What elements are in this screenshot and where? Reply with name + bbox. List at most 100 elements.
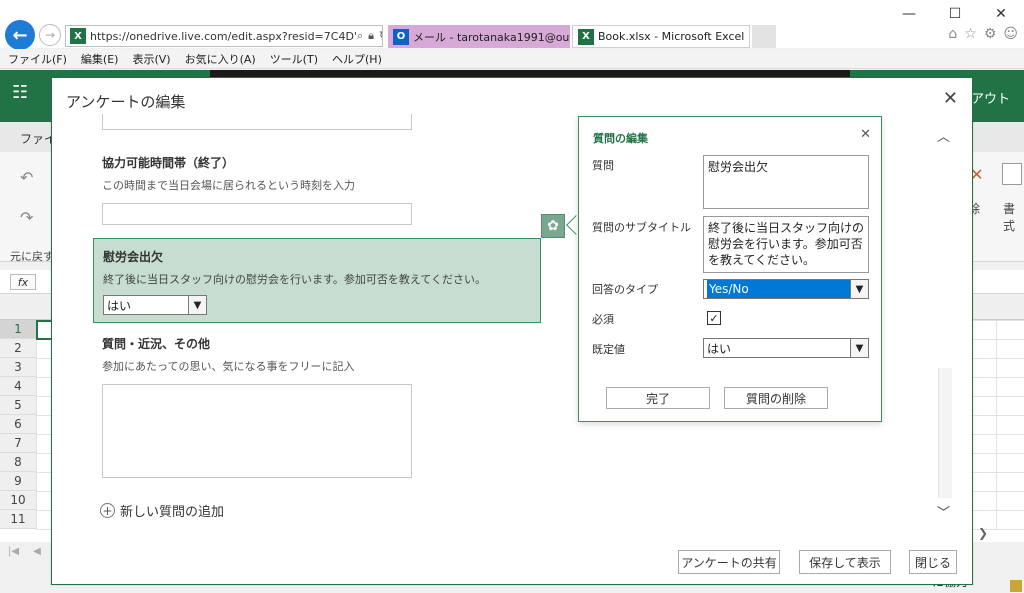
answer-type-select[interactable]: Yes/No ▼ bbox=[703, 279, 869, 299]
back-arrow-icon[interactable]: ← bbox=[5, 20, 35, 50]
excel-icon: X bbox=[578, 28, 594, 45]
maximize-icon[interactable]: ☐ bbox=[932, 0, 978, 28]
subtitle-label: 質問のサブタイトル bbox=[592, 221, 691, 234]
home-icon[interactable]: ⌂ bbox=[948, 26, 957, 42]
answer-textarea[interactable] bbox=[102, 384, 412, 478]
required-checkbox[interactable]: ✓ bbox=[707, 311, 721, 325]
browser-menubar: ファイル(F) 編集(E) 表示(V) お気に入り(A) ツール(T) ヘルプ(… bbox=[0, 49, 1024, 69]
scroll-right-icon[interactable]: ❯ bbox=[978, 526, 988, 540]
address-url: https://onedrive.live.com/edit.aspx?resi… bbox=[90, 29, 357, 43]
smile-icon[interactable]: ☺ bbox=[1003, 26, 1018, 42]
tab-mail-label: メール - tarotanaka1991@outloo... bbox=[413, 30, 570, 44]
tab-mail[interactable]: O メール - tarotanaka1991@outloo... bbox=[388, 25, 570, 48]
answer-select[interactable]: はい ▼ bbox=[103, 295, 207, 315]
forward-arrow-icon[interactable]: → bbox=[39, 24, 61, 46]
scrollbar-thumb[interactable] bbox=[938, 368, 952, 498]
app-launcher-icon[interactable]: ☷ bbox=[12, 82, 28, 103]
undo-label: 元に戻す bbox=[10, 250, 54, 263]
add-question-label: 新しい質問の追加 bbox=[120, 505, 225, 520]
question-label: 質問 bbox=[592, 159, 614, 172]
row-number[interactable]: 10 bbox=[0, 491, 36, 510]
close-icon[interactable]: ✕ bbox=[943, 88, 958, 109]
answer-type-label: 回答のタイプ bbox=[592, 283, 658, 296]
scroll-down-icon[interactable]: ﹀ bbox=[937, 502, 950, 521]
tab-excel[interactable]: X Book.xlsx - Microsoft Excel ... ✕ bbox=[572, 25, 750, 48]
save-and-view-button[interactable]: 保存して表示 bbox=[799, 550, 891, 574]
answer-type-value: Yes/No bbox=[707, 280, 850, 298]
search-icon[interactable]: ⌕ bbox=[357, 29, 363, 43]
row-number[interactable]: 11 bbox=[0, 510, 36, 529]
question-edit-panel: 質問の編集 ✕ 質問 慰労会出欠 質問のサブタイトル 終了後に当日スタッフ向けの… bbox=[578, 116, 882, 422]
menu-favorites[interactable]: お気に入り(A) bbox=[185, 51, 256, 67]
excel-icon: X bbox=[70, 28, 86, 44]
row-number[interactable]: 4 bbox=[0, 377, 36, 396]
tab-excel-label: Book.xlsx - Microsoft Excel ... bbox=[598, 30, 750, 43]
question-settings-gear-icon[interactable]: ✿ bbox=[541, 214, 565, 238]
outlook-icon: O bbox=[393, 28, 409, 45]
format-icon[interactable] bbox=[1002, 163, 1022, 185]
menu-view[interactable]: 表示(V) bbox=[132, 51, 170, 67]
survey-edit-dialog: アンケートの編集 ✕ 協力可能時間帯（終了） この時間まで当日会場に居られるとい… bbox=[51, 77, 973, 585]
done-button[interactable]: 完了 bbox=[606, 387, 710, 409]
close-window-icon[interactable]: ✕ bbox=[978, 0, 1024, 28]
browser-titlebar: — ☐ ✕ ← → X https://onedrive.live.com/ed… bbox=[0, 0, 1024, 50]
redo-icon[interactable]: ↷ bbox=[20, 208, 33, 227]
question-text-field[interactable]: 慰労会出欠 bbox=[703, 155, 869, 209]
question-subtitle: この時間まで当日会場に居られるという時刻を入力 bbox=[102, 179, 355, 192]
default-value: はい bbox=[707, 341, 732, 356]
share-survey-button[interactable]: アンケートの共有 bbox=[678, 550, 780, 574]
question-title: 質問・近況、その他 bbox=[102, 337, 211, 351]
menu-help[interactable]: ヘルプ(H) bbox=[332, 51, 382, 67]
lock-icon[interactable]: 🔒︎ bbox=[368, 29, 374, 43]
menu-tools[interactable]: ツール(T) bbox=[270, 51, 318, 67]
menu-edit[interactable]: 編集(E) bbox=[81, 51, 119, 67]
row-number[interactable]: 3 bbox=[0, 358, 36, 377]
question-item[interactable]: 質問・近況、その他 参加にあたっての思い、気になる事をフリーに記入 bbox=[102, 335, 542, 478]
plus-circle-icon: + bbox=[100, 503, 115, 518]
window-controls: — ☐ ✕ bbox=[886, 0, 1024, 28]
row-number[interactable]: 2 bbox=[0, 339, 36, 358]
menu-file[interactable]: ファイル(F) bbox=[8, 51, 67, 67]
default-value-label: 既定値 bbox=[592, 343, 625, 356]
star-icon[interactable]: ☆ bbox=[964, 26, 977, 42]
subtitle-text-field[interactable]: 終了後に当日スタッフ向けの慰労会を行います。参加可否を教えてください。 bbox=[703, 216, 869, 273]
add-question-button[interactable]: + 新しい質問の追加 bbox=[100, 501, 224, 520]
question-title: 慰労会出欠 bbox=[103, 250, 164, 264]
required-label: 必須 bbox=[592, 313, 614, 326]
question-item[interactable]: 協力可能時間帯（終了） この時間まで当日会場に居られるという時刻を入力 bbox=[102, 154, 542, 225]
scroll-up-icon[interactable]: ︿ bbox=[937, 126, 950, 145]
row-number[interactable]: 9 bbox=[0, 472, 36, 491]
chevron-down-icon[interactable]: ▼ bbox=[850, 280, 868, 298]
undo-icon[interactable]: ↶ bbox=[20, 168, 33, 187]
question-title: 協力可能時間帯（終了） bbox=[102, 156, 235, 170]
new-tab-button[interactable] bbox=[752, 25, 776, 48]
question-subtitle: 終了後に当日スタッフ向けの慰労会を行います。参加可否を教えてください。 bbox=[103, 273, 487, 286]
close-icon[interactable]: ✕ bbox=[860, 127, 871, 142]
close-button[interactable]: 閉じる bbox=[909, 550, 957, 574]
row-numbers: 1 2 3 4 5 6 7 8 9 10 11 bbox=[0, 320, 36, 529]
ribbon-format-label[interactable]: 書式 bbox=[1003, 200, 1024, 234]
default-value-select[interactable]: はい ▼ bbox=[703, 338, 869, 358]
row-number[interactable]: 6 bbox=[0, 415, 36, 434]
resize-grip[interactable] bbox=[1010, 580, 1022, 592]
delete-question-button[interactable]: 質問の削除 bbox=[724, 387, 828, 409]
address-bar[interactable]: X https://onedrive.live.com/edit.aspx?re… bbox=[65, 25, 383, 47]
row-number[interactable]: 5 bbox=[0, 396, 36, 415]
prev-sheet-icon[interactable]: ◀ bbox=[33, 546, 41, 557]
answer-select-value: はい bbox=[107, 298, 132, 313]
row-number[interactable]: 1 bbox=[0, 320, 36, 339]
minimize-icon[interactable]: — bbox=[886, 0, 932, 28]
chevron-down-icon[interactable]: ▼ bbox=[850, 339, 868, 357]
chevron-down-icon[interactable]: ▼ bbox=[188, 296, 206, 314]
row-number[interactable]: 8 bbox=[0, 453, 36, 472]
fx-icon[interactable]: fx bbox=[10, 274, 36, 290]
row-number[interactable]: 7 bbox=[0, 434, 36, 453]
sheet-nav: |◀ ◀ bbox=[8, 546, 41, 557]
question-item-selected[interactable]: 慰労会出欠 終了後に当日スタッフ向けの慰労会を行います。参加可否を教えてください… bbox=[93, 238, 541, 323]
refresh-icon[interactable]: ↻ bbox=[379, 29, 382, 43]
answer-input[interactable] bbox=[102, 203, 412, 225]
gear-icon[interactable]: ⚙ bbox=[984, 26, 997, 42]
question-subtitle: 参加にあたっての思い、気になる事をフリーに記入 bbox=[102, 360, 355, 373]
previous-answer-field[interactable] bbox=[102, 114, 412, 130]
first-sheet-icon[interactable]: |◀ bbox=[8, 546, 19, 557]
